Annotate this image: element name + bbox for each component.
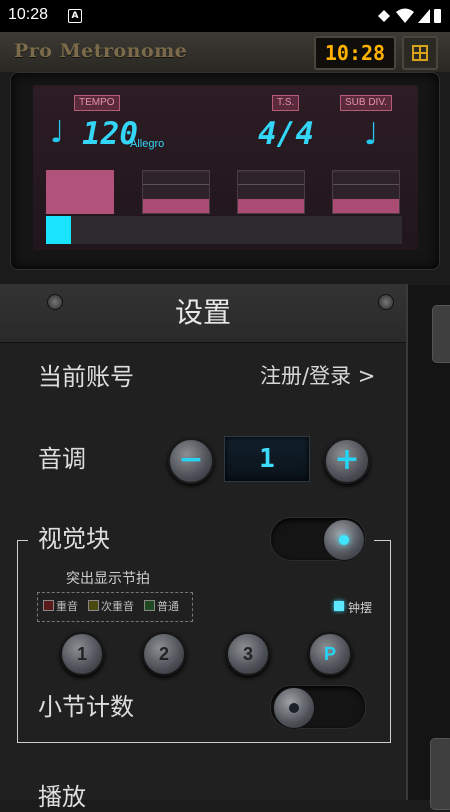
layout-icon bbox=[412, 45, 428, 61]
beat-progress-fill bbox=[46, 216, 71, 244]
key-increase-button[interactable]: + bbox=[324, 438, 370, 484]
beat-block-3 bbox=[237, 170, 305, 214]
group-border-right bbox=[374, 540, 390, 541]
bar-count-toggle[interactable] bbox=[270, 685, 366, 729]
signal-diamond-icon bbox=[378, 10, 390, 22]
tempo-label: TEMPO bbox=[74, 95, 120, 111]
account-label: 当前账号 bbox=[38, 363, 134, 391]
beat-block-4 bbox=[332, 170, 400, 214]
legend-normal-label: 普通 bbox=[157, 600, 179, 613]
tempo-marking: Allegro bbox=[130, 138, 165, 150]
side-tab-handle-bottom[interactable] bbox=[430, 738, 450, 810]
beat-block-1 bbox=[46, 170, 114, 214]
beat-button-1[interactable]: 1 bbox=[60, 632, 104, 676]
highlight-beat-label: 突出显示节拍 bbox=[66, 571, 150, 587]
status-icons bbox=[378, 8, 441, 23]
wifi-icon bbox=[396, 8, 414, 23]
side-tab-handle[interactable] bbox=[432, 305, 450, 363]
time-signature-label: T.S. bbox=[272, 95, 300, 111]
bar-count-label: 小节计数 bbox=[38, 693, 134, 721]
accent-swatch bbox=[43, 600, 54, 611]
beat-block-2 bbox=[142, 170, 210, 214]
toggle-on-indicator bbox=[339, 535, 349, 545]
status-time: 10:28 bbox=[8, 6, 49, 23]
toggle-knob[interactable] bbox=[323, 519, 365, 561]
settings-title: 设置 bbox=[174, 296, 231, 329]
toggle-knob[interactable] bbox=[273, 687, 315, 729]
play-section-label: 播放 bbox=[38, 783, 86, 811]
beat-progress-bar bbox=[46, 216, 402, 244]
status-bar: 10:28 A bbox=[0, 0, 450, 32]
normal-swatch bbox=[144, 600, 155, 611]
tempo-note-icon[interactable]: ♩ bbox=[50, 118, 64, 148]
app-brand: Pro Metronome bbox=[14, 40, 188, 62]
notification-icon: A bbox=[68, 9, 82, 23]
layout-toggle-button[interactable] bbox=[402, 36, 438, 70]
legend-normal: 普通 bbox=[144, 600, 179, 613]
pendulum-indicator[interactable] bbox=[334, 601, 344, 611]
secondary-swatch bbox=[88, 600, 99, 611]
key-value-display: 1 bbox=[224, 436, 310, 482]
battery-icon bbox=[434, 9, 441, 23]
legend-accent-label: 重音 bbox=[56, 600, 78, 613]
time-signature-value[interactable]: 4/4 bbox=[258, 118, 314, 150]
subdivision-note-icon[interactable]: ♩ bbox=[364, 120, 378, 150]
legend-secondary-label: 次重音 bbox=[101, 600, 134, 613]
pendulum-label: 钟摆 bbox=[348, 601, 373, 615]
beat-button-2[interactable]: 2 bbox=[142, 632, 186, 676]
legend-secondary: 次重音 bbox=[88, 600, 134, 613]
group-border-left bbox=[18, 540, 28, 541]
clock-display[interactable]: 10:28 bbox=[314, 36, 396, 70]
visual-block-toggle[interactable] bbox=[270, 517, 366, 561]
key-label: 音调 bbox=[38, 445, 86, 473]
beat-button-3[interactable]: 3 bbox=[226, 632, 270, 676]
cellular-icon bbox=[418, 9, 430, 23]
key-decrease-button[interactable]: − bbox=[168, 438, 214, 484]
register-login-link[interactable]: 注册/登录 > bbox=[260, 362, 375, 390]
settings-header: 设置 bbox=[0, 284, 406, 343]
legend-accent: 重音 bbox=[43, 600, 78, 613]
subdivision-label: SUB DIV. bbox=[340, 95, 392, 111]
toggle-off-indicator bbox=[289, 703, 299, 713]
visual-block-label: 视觉块 bbox=[38, 525, 110, 553]
beat-button-p[interactable]: P bbox=[308, 632, 352, 676]
